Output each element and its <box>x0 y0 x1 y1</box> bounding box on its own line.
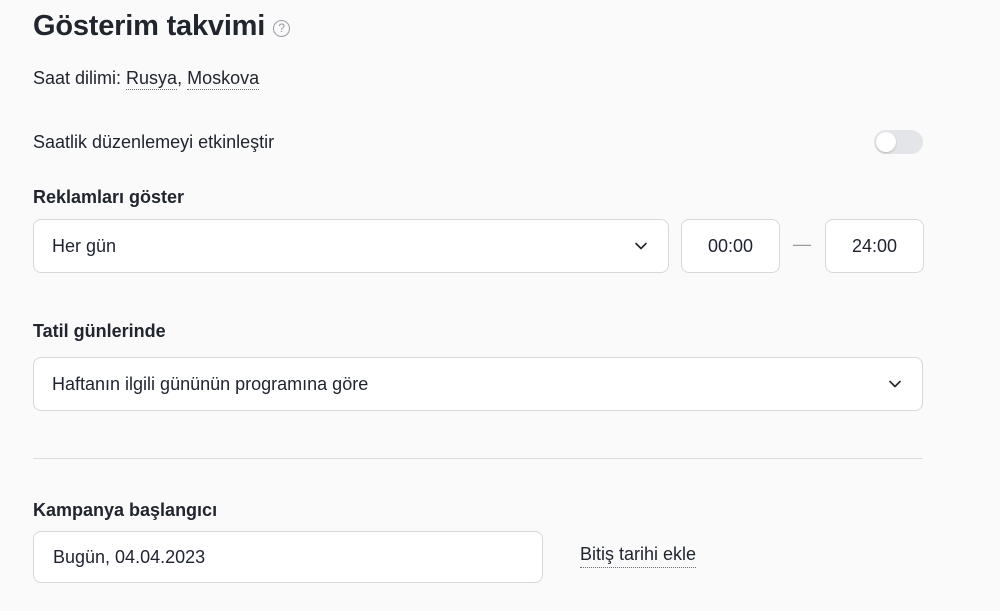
chevron-down-icon <box>635 242 647 250</box>
timezone-row: Saat dilimi: Rusya, Moskova <box>33 68 260 90</box>
timezone-country-link[interactable]: Rusya <box>126 68 178 90</box>
timezone-label: Saat dilimi: <box>33 68 122 88</box>
time-to-input[interactable]: 24:00 <box>825 219 924 273</box>
schedule-settings-panel: Gösterim takvimi ? Saat dilimi: Rusya, M… <box>0 0 1000 611</box>
chevron-down-icon <box>889 380 901 388</box>
page-title: Gösterim takvimi ? <box>33 10 291 43</box>
campaign-start-label: Kampanya başlangıcı <box>33 500 218 520</box>
section-divider <box>33 458 923 459</box>
timezone-city-link[interactable]: Moskova <box>187 68 260 90</box>
holidays-select-value: Haftanın ilgili gününün programına göre <box>52 373 369 394</box>
days-select[interactable]: Her gün <box>33 219 669 273</box>
help-circle-icon[interactable]: ? <box>273 19 291 37</box>
holidays-label: Tatil günlerinde <box>33 321 166 341</box>
holidays-select[interactable]: Haftanın ilgili gününün programına göre <box>33 357 923 411</box>
time-from-input[interactable]: 00:00 <box>681 219 780 273</box>
show-ads-label: Reklamları göster <box>33 187 185 207</box>
campaign-start-date-input[interactable]: Bugün, 04.04.2023 <box>33 531 543 583</box>
timezone-separator: , <box>177 68 183 88</box>
page-title-text: Gösterim takvimi <box>33 10 266 42</box>
toggle-knob <box>876 132 896 152</box>
hourly-adjustment-label: Saatlik düzenlemeyi etkinleştir <box>33 132 275 152</box>
days-select-value: Her gün <box>52 235 117 256</box>
time-range-separator: — <box>793 234 811 254</box>
hourly-adjustment-toggle[interactable] <box>874 130 923 154</box>
add-end-date-link[interactable]: Bitiş tarihi ekle <box>580 544 697 568</box>
